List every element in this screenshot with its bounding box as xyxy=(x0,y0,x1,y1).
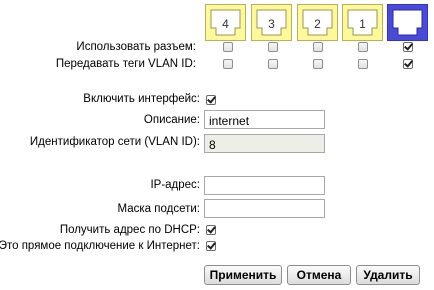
vlan-tags-checkbox-2[interactable] xyxy=(313,59,323,69)
use-port-checkbox-3[interactable] xyxy=(268,42,278,52)
vlan-id-input: 8 xyxy=(204,134,325,153)
ip-address-label: IP-адрес: xyxy=(150,179,200,191)
enable-interface-label: Включить интерфейс: xyxy=(83,93,200,105)
dhcp-label: Получить адрес по DHCP: xyxy=(59,224,200,236)
cancel-button[interactable]: Отмена xyxy=(287,265,351,285)
send-vlan-tags-label: Передавать теги VLAN ID: xyxy=(55,58,196,70)
port-1-label: 1 xyxy=(359,17,366,31)
port-4-label: 4 xyxy=(222,17,229,31)
port-3-icon: 3 xyxy=(251,4,292,41)
wan-port-icon xyxy=(387,4,428,41)
use-port-checkbox-4[interactable] xyxy=(223,42,233,52)
use-port-label: Использовать разъем: xyxy=(76,41,196,53)
port-2-icon: 2 xyxy=(297,4,338,41)
ip-address-input[interactable] xyxy=(204,176,325,195)
delete-button[interactable]: Удалить xyxy=(356,265,420,285)
use-port-checkbox-wan[interactable] xyxy=(403,42,413,52)
apply-button[interactable]: Применить xyxy=(204,265,282,285)
vlan-tags-checkbox-4[interactable] xyxy=(223,59,233,69)
use-port-checkbox-2[interactable] xyxy=(313,42,323,52)
port-4-icon: 4 xyxy=(205,4,246,41)
direct-internet-checkbox[interactable] xyxy=(206,241,216,251)
enable-interface-checkbox[interactable] xyxy=(206,95,216,105)
direct-internet-label: Это прямое подключение к Интернет: xyxy=(0,240,200,252)
port-1-icon: 1 xyxy=(342,4,383,41)
description-input[interactable]: internet xyxy=(204,110,325,129)
description-label: Описание: xyxy=(143,114,200,126)
vlan-tags-checkbox-wan[interactable] xyxy=(403,59,413,69)
subnet-mask-label: Маска подсети: xyxy=(117,203,200,215)
port-3-label: 3 xyxy=(268,17,275,31)
vlan-tags-checkbox-1[interactable] xyxy=(358,59,368,69)
dhcp-checkbox[interactable] xyxy=(206,225,216,235)
use-port-checkbox-1[interactable] xyxy=(358,42,368,52)
port-2-label: 2 xyxy=(314,17,321,31)
subnet-mask-input[interactable] xyxy=(204,199,325,218)
vlan-tags-checkbox-3[interactable] xyxy=(268,59,278,69)
vlan-id-label: Идентификатор сети (VLAN ID): xyxy=(29,136,200,148)
